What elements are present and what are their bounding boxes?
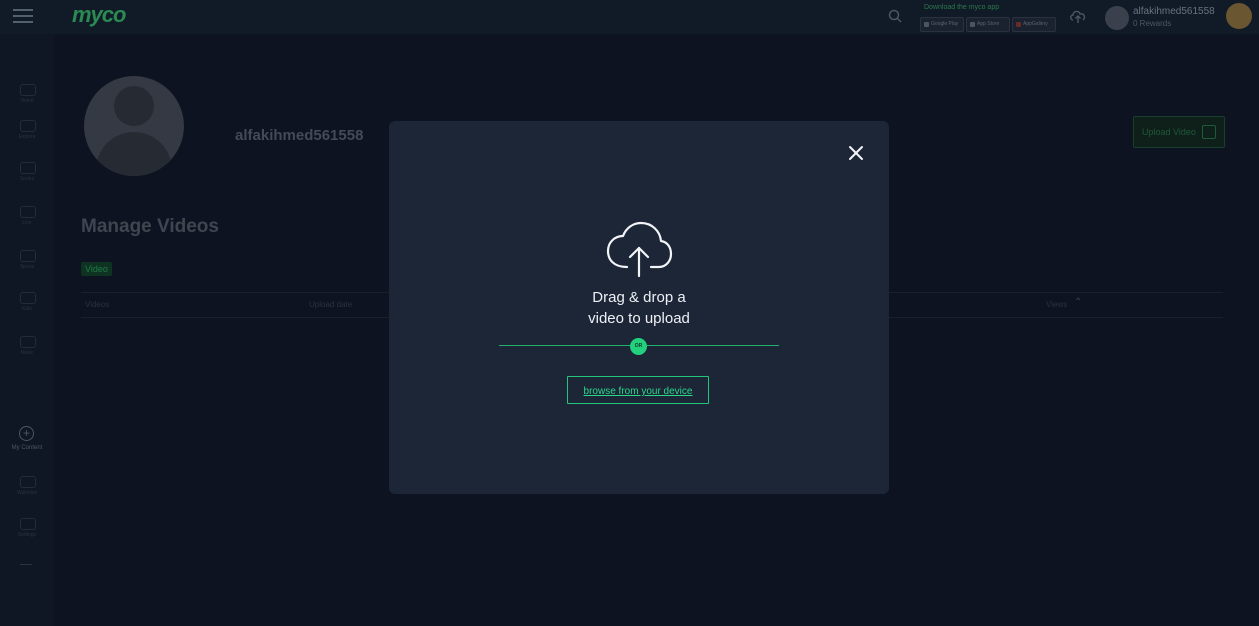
cloud-upload-icon [606,221,673,278]
drag-drop-line-2: video to upload [588,310,690,327]
browse-device-button[interactable]: browse from your device [567,376,709,404]
close-icon[interactable] [846,143,866,163]
drag-drop-line-1: Drag & drop a [592,289,686,306]
drag-drop-instructions: Drag & drop a video to upload [539,287,739,329]
upload-modal: Drag & drop a video to upload OR browse … [389,121,889,494]
or-badge: OR [630,338,647,355]
